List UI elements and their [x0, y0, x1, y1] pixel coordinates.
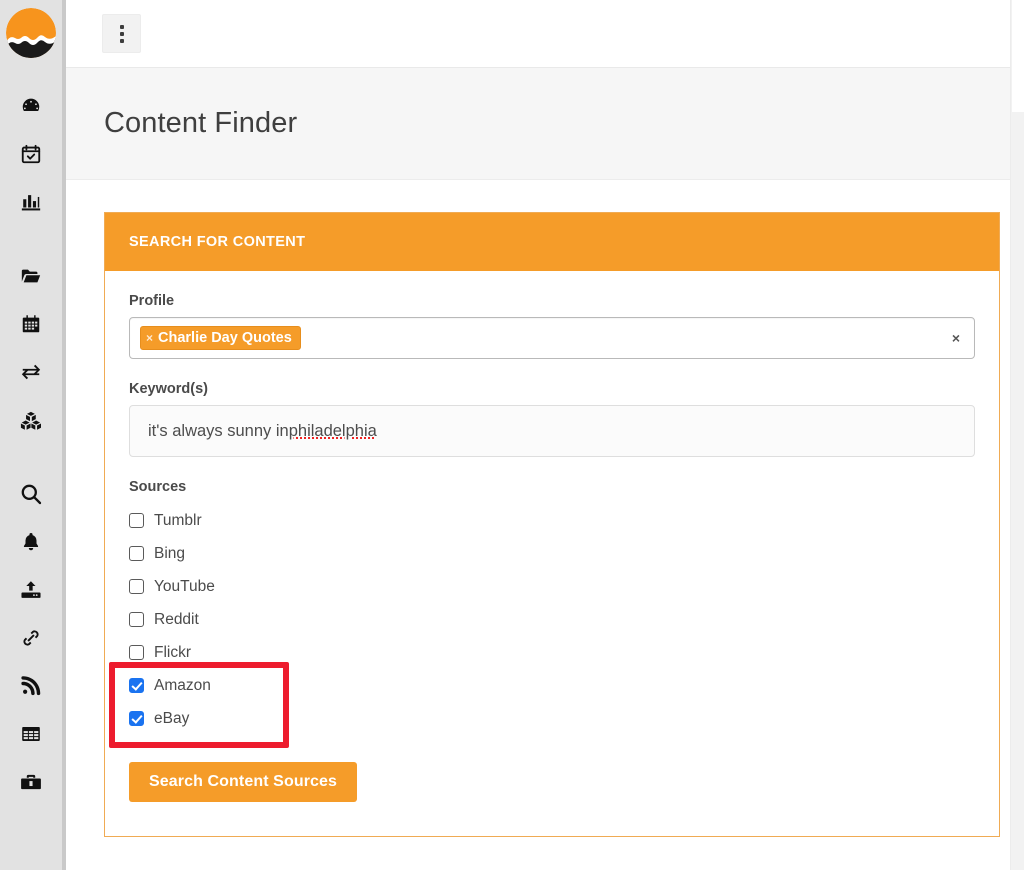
table-grid-icon: [20, 723, 42, 745]
content-area: SEARCH FOR CONTENT Profile × Charlie Day…: [66, 180, 1024, 870]
sidebar-item-notifications[interactable]: [0, 518, 62, 566]
page-scrollbar-thumb[interactable]: [1012, 0, 1024, 112]
profile-tag-label: Charlie Day Quotes: [158, 330, 292, 346]
source-label-youtube: YouTube: [154, 577, 215, 595]
source-label-amazon: Amazon: [154, 676, 211, 694]
page-header: Content Finder: [66, 67, 1024, 180]
topbar: [66, 0, 1024, 67]
rss-icon: [20, 675, 42, 697]
cubes-icon: [19, 409, 43, 431]
keywords-value-misspelled: philadelphia: [288, 421, 377, 440]
checkbox-amazon[interactable]: [129, 678, 144, 693]
magnifier-icon: [19, 482, 43, 506]
briefcase-icon: [19, 771, 43, 793]
sidebar-item-dashboard[interactable]: [0, 82, 62, 130]
source-option-amazon[interactable]: Amazon: [129, 669, 975, 702]
panel-body: Profile × Charlie Day Quotes × Keyword(s…: [105, 271, 999, 836]
app-logo: [6, 8, 56, 58]
keywords-label: Keyword(s): [129, 381, 208, 397]
bell-icon: [20, 531, 42, 553]
page-scrollbar[interactable]: [1010, 0, 1024, 870]
logo-container[interactable]: [0, 0, 62, 66]
chain-link-icon: [19, 627, 43, 649]
source-option-reddit[interactable]: Reddit: [129, 603, 975, 636]
source-option-youtube[interactable]: YouTube: [129, 570, 975, 603]
remove-tag-icon[interactable]: ×: [146, 332, 153, 344]
source-option-bing[interactable]: Bing: [129, 537, 975, 570]
source-label-ebay: eBay: [154, 709, 190, 727]
main-region: Content Finder SEARCH FOR CONTENT Profil…: [66, 0, 1024, 870]
source-label-reddit: Reddit: [154, 610, 199, 628]
sidebar-item-search[interactable]: [0, 470, 62, 518]
checkbox-ebay[interactable]: [129, 711, 144, 726]
sidebar-item-files[interactable]: [0, 252, 62, 300]
source-option-flickr[interactable]: Flickr: [129, 636, 975, 669]
keywords-input[interactable]: it's always sunny in philadelphia: [129, 405, 975, 457]
upload-icon: [19, 579, 43, 601]
sidebar-item-links[interactable]: [0, 614, 62, 662]
sources-field-group: Sources Tumblr Bing YouTube Reddit Flick…: [109, 479, 975, 748]
profile-field-group: Profile × Charlie Day Quotes ×: [129, 293, 975, 359]
app-root: Content Finder SEARCH FOR CONTENT Profil…: [0, 0, 1024, 870]
source-label-bing: Bing: [154, 544, 186, 562]
sidebar-item-analytics[interactable]: [0, 178, 62, 226]
exchange-arrows-icon: [19, 361, 43, 383]
search-for-content-panel: SEARCH FOR CONTENT Profile × Charlie Day…: [104, 212, 1000, 837]
checkbox-tumblr[interactable]: [129, 513, 144, 528]
profile-select[interactable]: × Charlie Day Quotes ×: [129, 317, 975, 359]
source-option-ebay[interactable]: eBay: [129, 702, 975, 735]
calendar-check-icon: [20, 143, 42, 165]
sidebar-nav: [0, 66, 62, 806]
checkbox-youtube[interactable]: [129, 579, 144, 594]
page-title: Content Finder: [104, 107, 298, 139]
source-label-flickr: Flickr: [154, 643, 192, 661]
keywords-field-group: Keyword(s) it's always sunny in philadel…: [129, 381, 975, 457]
profile-label: Profile: [129, 293, 175, 309]
sidebar: [0, 0, 66, 870]
sidebar-item-transfer[interactable]: [0, 348, 62, 396]
source-option-tumblr[interactable]: Tumblr: [129, 504, 975, 537]
sidebar-item-packages[interactable]: [0, 396, 62, 444]
checkbox-bing[interactable]: [129, 546, 144, 561]
highlighted-sources-group: Amazon eBay: [129, 669, 975, 735]
sidebar-item-table[interactable]: [0, 710, 62, 758]
bar-chart-icon: [20, 191, 42, 213]
sources-checkbox-list: Tumblr Bing YouTube Reddit Flickr Amazon…: [109, 504, 975, 748]
kebab-menu-icon: [119, 24, 124, 43]
keywords-value-prefix: it's always sunny in: [148, 421, 289, 440]
panel-header-title: SEARCH FOR CONTENT: [129, 234, 306, 250]
folder-open-icon: [19, 265, 43, 287]
sidebar-item-upload[interactable]: [0, 566, 62, 614]
checkbox-flickr[interactable]: [129, 645, 144, 660]
sources-label: Sources: [129, 479, 187, 495]
source-label-tumblr: Tumblr: [154, 511, 202, 529]
panel-header: SEARCH FOR CONTENT: [105, 213, 999, 271]
search-content-sources-button[interactable]: Search Content Sources: [129, 762, 358, 802]
profile-tag[interactable]: × Charlie Day Quotes: [140, 326, 301, 350]
clear-profile-icon[interactable]: ×: [952, 331, 960, 345]
checkbox-reddit[interactable]: [129, 612, 144, 627]
calendar-grid-icon: [20, 313, 42, 335]
sidebar-item-tasks[interactable]: [0, 130, 62, 178]
sidebar-item-toolbox[interactable]: [0, 758, 62, 806]
sidebar-item-feeds[interactable]: [0, 662, 62, 710]
kebab-menu-button[interactable]: [102, 14, 141, 53]
gauge-icon: [20, 95, 42, 117]
sidebar-item-calendar[interactable]: [0, 300, 62, 348]
